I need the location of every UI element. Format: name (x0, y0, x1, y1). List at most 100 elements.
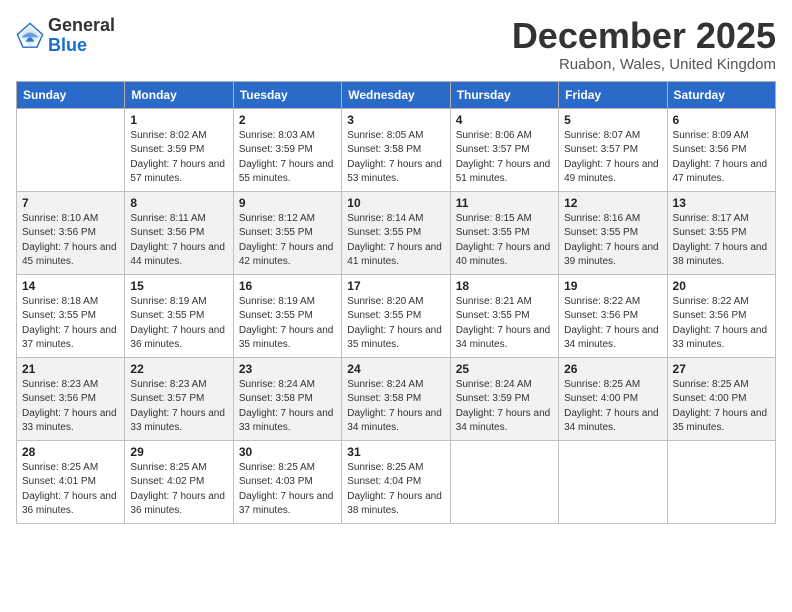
day-number: 23 (239, 362, 336, 376)
day-info: Sunrise: 8:05 AMSunset: 3:58 PMDaylight:… (347, 129, 444, 187)
calendar-cell: 5Sunrise: 8:07 AMSunset: 3:57 PMDaylight… (559, 108, 667, 191)
day-number: 14 (22, 279, 119, 293)
calendar-cell: 8 Sunrise: 8:11 AMSunset: 3:56 PMDaylight… (125, 191, 233, 274)
day-info: Sunrise: 8:19 AMSunset: 3:55 PMDaylight:… (130, 295, 227, 353)
day-info: Sunrise: 8:24 AMSunset: 3:58 PMDaylight:… (239, 378, 336, 436)
calendar-cell: 10 Sunrise: 8:14 AMSunset: 3:55 PMDayligh… (342, 191, 450, 274)
calendar-cell: 25 Sunrise: 8:24 AMSunset: 3:59 PMDayligh… (450, 357, 558, 440)
day-number: 29 (130, 445, 227, 459)
calendar-cell: 13Sunrise: 8:17 AMSunset: 3:55 PMDayligh… (667, 191, 775, 274)
calendar-cell: 11Sunrise: 8:15 AMSunset: 3:55 PMDayligh… (450, 191, 558, 274)
day-number: 25 (456, 362, 553, 376)
calendar-cell: 3 Sunrise: 8:05 AMSunset: 3:58 PMDaylight… (342, 108, 450, 191)
weekday-header-wednesday: Wednesday (342, 81, 450, 108)
day-number: 12 (564, 196, 661, 210)
day-info: Sunrise: 8:25 AMSunset: 4:01 PMDaylight:… (22, 461, 119, 519)
calendar-cell: 16 Sunrise: 8:19 AMSunset: 3:55 PMDayligh… (233, 274, 341, 357)
day-number: 1 (130, 113, 227, 127)
calendar-week-row: 1 Sunrise: 8:02 AMSunset: 3:59 PMDaylight… (17, 108, 776, 191)
day-info: Sunrise: 8:23 AMSunset: 3:57 PMDaylight:… (130, 378, 227, 436)
calendar-cell: 22Sunrise: 8:23 AMSunset: 3:57 PMDayligh… (125, 357, 233, 440)
day-info: Sunrise: 8:19 AMSunset: 3:55 PMDaylight:… (239, 295, 336, 353)
day-number: 4 (456, 113, 553, 127)
calendar-cell: 17Sunrise: 8:20 AMSunset: 3:55 PMDayligh… (342, 274, 450, 357)
logo-icon (16, 22, 44, 50)
day-number: 10 (347, 196, 444, 210)
day-info: Sunrise: 8:25 AMSunset: 4:00 PMDaylight:… (673, 378, 770, 436)
calendar-cell (667, 440, 775, 523)
day-info: Sunrise: 8:21 AMSunset: 3:55 PMDaylight:… (456, 295, 553, 353)
calendar-cell: 29 Sunrise: 8:25 AMSunset: 4:02 PMDayligh… (125, 440, 233, 523)
day-number: 18 (456, 279, 553, 293)
weekday-header-tuesday: Tuesday (233, 81, 341, 108)
day-number: 3 (347, 113, 444, 127)
day-number: 2 (239, 113, 336, 127)
day-info: Sunrise: 8:22 AMSunset: 3:56 PMDaylight:… (673, 295, 770, 353)
weekday-header-sunday: Sunday (17, 81, 125, 108)
day-info: Sunrise: 8:02 AMSunset: 3:59 PMDaylight:… (130, 129, 227, 187)
day-number: 15 (130, 279, 227, 293)
day-info: Sunrise: 8:25 AMSunset: 4:00 PMDaylight:… (564, 378, 661, 436)
day-info: Sunrise: 8:16 AMSunset: 3:55 PMDaylight:… (564, 212, 661, 270)
calendar-cell (450, 440, 558, 523)
calendar-week-row: 7 Sunrise: 8:10 AMSunset: 3:56 PMDaylight… (17, 191, 776, 274)
day-info: Sunrise: 8:11 AMSunset: 3:56 PMDaylight:… (130, 212, 227, 270)
calendar-week-row: 21Sunrise: 8:23 AMSunset: 3:56 PMDayligh… (17, 357, 776, 440)
logo-blue-text: Blue (48, 36, 115, 56)
calendar-cell: 19 Sunrise: 8:22 AMSunset: 3:56 PMDayligh… (559, 274, 667, 357)
title-block: December 2025 Ruabon, Wales, United King… (512, 16, 776, 73)
day-number: 6 (673, 113, 770, 127)
page-header: General Blue December 2025 Ruabon, Wales… (16, 16, 776, 73)
calendar-week-row: 14 Sunrise: 8:18 AMSunset: 3:55 PMDayligh… (17, 274, 776, 357)
day-info: Sunrise: 8:18 AMSunset: 3:55 PMDaylight:… (22, 295, 119, 353)
day-info: Sunrise: 8:10 AMSunset: 3:56 PMDaylight:… (22, 212, 119, 270)
day-info: Sunrise: 8:23 AMSunset: 3:56 PMDaylight:… (22, 378, 119, 436)
day-number: 11 (456, 196, 553, 210)
weekday-header-row: SundayMondayTuesdayWednesdayThursdayFrid… (17, 81, 776, 108)
calendar-table: SundayMondayTuesdayWednesdayThursdayFrid… (16, 81, 776, 524)
day-number: 7 (22, 196, 119, 210)
calendar-cell (559, 440, 667, 523)
day-info: Sunrise: 8:25 AMSunset: 4:02 PMDaylight:… (130, 461, 227, 519)
calendar-cell: 20Sunrise: 8:22 AMSunset: 3:56 PMDayligh… (667, 274, 775, 357)
calendar-cell: 27 Sunrise: 8:25 AMSunset: 4:00 PMDayligh… (667, 357, 775, 440)
day-number: 26 (564, 362, 661, 376)
day-number: 5 (564, 113, 661, 127)
calendar-cell (17, 108, 125, 191)
day-number: 9 (239, 196, 336, 210)
calendar-cell: 23 Sunrise: 8:24 AMSunset: 3:58 PMDayligh… (233, 357, 341, 440)
day-info: Sunrise: 8:06 AMSunset: 3:57 PMDaylight:… (456, 129, 553, 187)
day-number: 16 (239, 279, 336, 293)
calendar-cell: 31Sunrise: 8:25 AMSunset: 4:04 PMDayligh… (342, 440, 450, 523)
day-info: Sunrise: 8:17 AMSunset: 3:55 PMDaylight:… (673, 212, 770, 270)
calendar-cell: 9Sunrise: 8:12 AMSunset: 3:55 PMDaylight… (233, 191, 341, 274)
day-info: Sunrise: 8:24 AMSunset: 3:58 PMDaylight:… (347, 378, 444, 436)
calendar-cell: 12 Sunrise: 8:16 AMSunset: 3:55 PMDayligh… (559, 191, 667, 274)
calendar-cell: 1 Sunrise: 8:02 AMSunset: 3:59 PMDaylight… (125, 108, 233, 191)
day-info: Sunrise: 8:24 AMSunset: 3:59 PMDaylight:… (456, 378, 553, 436)
calendar-cell: 15 Sunrise: 8:19 AMSunset: 3:55 PMDayligh… (125, 274, 233, 357)
day-number: 8 (130, 196, 227, 210)
day-number: 30 (239, 445, 336, 459)
calendar-cell: 24Sunrise: 8:24 AMSunset: 3:58 PMDayligh… (342, 357, 450, 440)
day-info: Sunrise: 8:09 AMSunset: 3:56 PMDaylight:… (673, 129, 770, 187)
calendar-cell: 30 Sunrise: 8:25 AMSunset: 4:03 PMDayligh… (233, 440, 341, 523)
day-number: 27 (673, 362, 770, 376)
calendar-week-row: 28 Sunrise: 8:25 AMSunset: 4:01 PMDayligh… (17, 440, 776, 523)
weekday-header-saturday: Saturday (667, 81, 775, 108)
day-info: Sunrise: 8:14 AMSunset: 3:55 PMDaylight:… (347, 212, 444, 270)
day-info: Sunrise: 8:22 AMSunset: 3:56 PMDaylight:… (564, 295, 661, 353)
day-info: Sunrise: 8:25 AMSunset: 4:03 PMDaylight:… (239, 461, 336, 519)
logo-general-text: General (48, 16, 115, 36)
calendar-cell: 21Sunrise: 8:23 AMSunset: 3:56 PMDayligh… (17, 357, 125, 440)
day-number: 19 (564, 279, 661, 293)
calendar-cell: 4 Sunrise: 8:06 AMSunset: 3:57 PMDaylight… (450, 108, 558, 191)
day-number: 28 (22, 445, 119, 459)
calendar-cell: 6 Sunrise: 8:09 AMSunset: 3:56 PMDaylight… (667, 108, 775, 191)
day-number: 31 (347, 445, 444, 459)
calendar-cell: 28 Sunrise: 8:25 AMSunset: 4:01 PMDayligh… (17, 440, 125, 523)
calendar-cell: 14 Sunrise: 8:18 AMSunset: 3:55 PMDayligh… (17, 274, 125, 357)
calendar-cell: 2Sunrise: 8:03 AMSunset: 3:59 PMDaylight… (233, 108, 341, 191)
calendar-cell: 18 Sunrise: 8:21 AMSunset: 3:55 PMDayligh… (450, 274, 558, 357)
logo: General Blue (16, 16, 115, 56)
